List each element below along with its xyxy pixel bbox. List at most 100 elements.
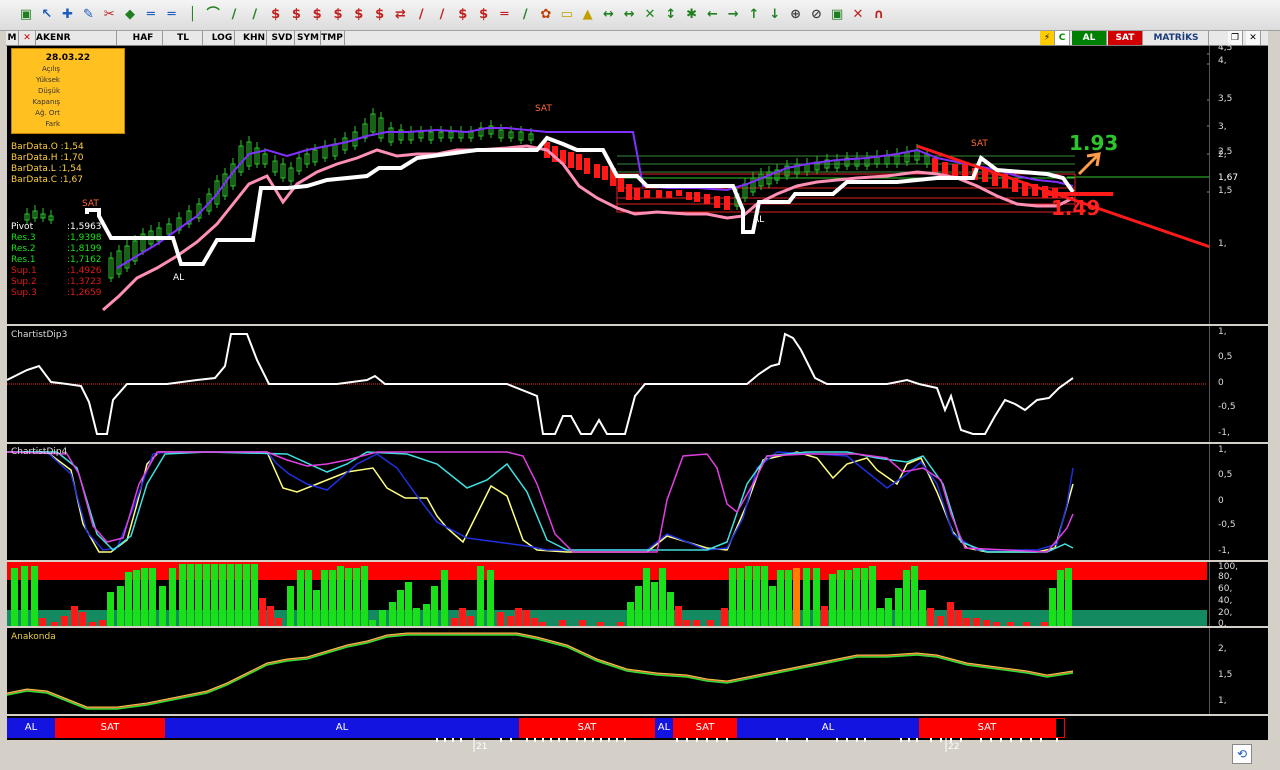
volume-bar bbox=[117, 586, 124, 626]
toolbar-tool-icon[interactable]: ▭ bbox=[559, 7, 575, 23]
sync-icon[interactable]: ⟲ bbox=[1232, 744, 1252, 764]
info-row-label: Kapanış bbox=[32, 98, 60, 106]
tab-svd[interactable]: SVD bbox=[270, 31, 295, 45]
volume-bar bbox=[955, 610, 962, 626]
toolbar-tool-icon[interactable]: ✂ bbox=[101, 7, 117, 23]
lightning-icon[interactable]: ⚡ bbox=[1040, 31, 1055, 45]
axis-tick-label: 80, bbox=[1218, 572, 1233, 582]
toolbar-tool-icon[interactable]: ═ bbox=[143, 7, 159, 23]
menu-m-button[interactable]: M bbox=[6, 31, 19, 45]
pivot-value: :1,4926 bbox=[67, 266, 102, 276]
toolbar-tool-icon[interactable]: ⊘ bbox=[808, 7, 824, 23]
candle-body-red bbox=[584, 158, 590, 174]
candle-body-red bbox=[618, 176, 624, 192]
volume-bar bbox=[11, 568, 18, 626]
toolbar-tool-icon[interactable]: ▣ bbox=[18, 7, 34, 23]
sat-button[interactable]: SAT bbox=[1108, 31, 1143, 45]
toolbar-tool-icon[interactable]: ∕ bbox=[226, 7, 242, 23]
volume-bar bbox=[329, 570, 336, 626]
volume-bar bbox=[39, 618, 46, 626]
toolbar-tool-icon[interactable]: $ bbox=[330, 7, 346, 23]
toolbar-tool-icon[interactable]: ↕ bbox=[663, 7, 679, 23]
volume-bar bbox=[885, 598, 892, 626]
volume-panel[interactable]: 100, 80, 60, 40, 20, 0, bbox=[7, 562, 1268, 629]
toolbar-tool-icon[interactable]: $ bbox=[288, 7, 304, 23]
toolbar-tool-icon[interactable]: ← bbox=[704, 7, 720, 23]
toolbar-tool-icon[interactable]: $ bbox=[476, 7, 492, 23]
info-row-label: Açılış bbox=[42, 65, 60, 73]
toolbar-tool-icon[interactable]: ═ bbox=[164, 7, 180, 23]
timeline-signal-al: AL bbox=[7, 718, 55, 738]
tab-tmp[interactable]: TMP bbox=[320, 31, 345, 45]
volume-bar bbox=[451, 618, 458, 626]
al-button[interactable]: AL bbox=[1072, 31, 1107, 45]
toolbar-tool-icon[interactable]: ∩ bbox=[871, 7, 887, 23]
volume-bar bbox=[467, 616, 474, 626]
volume-bar bbox=[675, 606, 682, 626]
toolbar-tool-icon[interactable]: ✎ bbox=[80, 7, 96, 23]
pivot-value: :1,2659 bbox=[67, 288, 102, 298]
toolbar-tool-icon[interactable]: ∕ bbox=[413, 7, 429, 23]
toolbar-tool-icon[interactable]: ∕ bbox=[517, 7, 533, 23]
toolbar-tool-icon[interactable]: ✱ bbox=[684, 7, 700, 23]
candle-body-red bbox=[932, 158, 938, 172]
axis-tick-label: 2, bbox=[1218, 644, 1227, 654]
toolbar-tool-icon[interactable]: ↔ bbox=[600, 7, 616, 23]
axis-tick-label: 1,67 bbox=[1218, 173, 1239, 183]
toolbar-tool-icon[interactable]: ∕ bbox=[434, 7, 450, 23]
toolbar-tool-icon[interactable]: │ bbox=[184, 7, 200, 23]
toolbar-tool-icon[interactable]: ⊕ bbox=[788, 7, 804, 23]
bardata-line: BarData.H :1,70 bbox=[11, 153, 84, 163]
axis-tick-label: 2, bbox=[1218, 150, 1227, 160]
toolbar-tool-icon[interactable]: ✕ bbox=[642, 7, 658, 23]
toolbar-tool-icon[interactable]: ✕ bbox=[850, 7, 866, 23]
axis-tick-label: 1,5 bbox=[1218, 186, 1233, 196]
toolbar-tool-icon[interactable]: ✿ bbox=[538, 7, 554, 23]
axis-tick-label: -1, bbox=[1218, 428, 1230, 438]
chartistdip4-panel[interactable]: 1, 0,5 0 -0,5 -1, ChartistDip4 bbox=[7, 444, 1268, 560]
toolbar-tool-icon[interactable]: ═ bbox=[496, 7, 512, 23]
toolbar-tool-icon[interactable]: ✚ bbox=[60, 7, 76, 23]
volume-bar bbox=[195, 564, 202, 626]
toolbar-tool-icon[interactable]: $ bbox=[351, 7, 367, 23]
toolbar-tool-icon[interactable]: → bbox=[725, 7, 741, 23]
axis-tick-label: 1,5 bbox=[1218, 670, 1233, 680]
toolbar-tool-icon[interactable]: ▣ bbox=[829, 7, 845, 23]
tab-haf[interactable]: HAF bbox=[124, 31, 163, 45]
tab-tl[interactable]: TL bbox=[164, 31, 203, 45]
tab-sym[interactable]: SYM bbox=[296, 31, 321, 45]
chartistdip3-panel[interactable]: 1, 0,5 0 -0,5 -1, ChartistDip3 bbox=[7, 326, 1268, 442]
anakonda-panel[interactable]: 2, 1,5 1, Anakonda bbox=[7, 628, 1268, 714]
toolbar-tool-icon[interactable]: ↓ bbox=[767, 7, 783, 23]
toolbar-tool-icon[interactable]: $ bbox=[309, 7, 325, 23]
toolbar-tool-icon[interactable]: $ bbox=[455, 7, 471, 23]
toolbar-tool-icon[interactable]: $ bbox=[268, 7, 284, 23]
axis-tick-label: 100, bbox=[1218, 562, 1239, 572]
refresh-c-button[interactable]: C bbox=[1055, 31, 1070, 45]
toolbar-tool-icon[interactable]: ↖ bbox=[39, 7, 55, 23]
symbol-name[interactable]: AKENR bbox=[36, 31, 117, 45]
toolbar-tool-icon[interactable]: ↑ bbox=[746, 7, 762, 23]
volume-bar bbox=[617, 622, 624, 626]
tab-khn[interactable]: KHN bbox=[242, 31, 267, 45]
axis-tick-label: 20, bbox=[1218, 608, 1233, 618]
toolbar-tool-icon[interactable]: $ bbox=[372, 7, 388, 23]
volume-axis: 100, 80, 60, 40, 20, 0, bbox=[1209, 562, 1268, 629]
tab-log[interactable]: LOG bbox=[210, 31, 235, 45]
toolbar-tool-icon[interactable]: ▲ bbox=[580, 7, 596, 23]
toolbar-tool-icon[interactable]: ⇄ bbox=[392, 7, 408, 23]
volume-bar bbox=[1041, 622, 1048, 626]
toolbar-tool-icon[interactable]: ∕ bbox=[247, 7, 263, 23]
pivot-label: Sup.3 bbox=[11, 288, 37, 298]
close-icon[interactable]: ✕ bbox=[1246, 31, 1261, 45]
toolbar-tool-icon[interactable]: ↔ bbox=[621, 7, 637, 23]
toolbar-tool-icon[interactable]: ◆ bbox=[122, 7, 138, 23]
logo-icon: ✕ bbox=[19, 31, 36, 45]
price-chart-panel[interactable]: 4,5 4, 3,5 3, 2,5 2, 1,67 1,5 1, 28.03.22 Açılış… bbox=[7, 43, 1268, 324]
volume-bar bbox=[107, 592, 114, 626]
toolbar-tool-icon[interactable]: ⌒ bbox=[205, 7, 221, 23]
axis-tick-label: 3,5 bbox=[1218, 94, 1233, 104]
volume-bar bbox=[853, 568, 860, 626]
volume-bar bbox=[539, 622, 546, 626]
volume-bar bbox=[937, 616, 944, 626]
